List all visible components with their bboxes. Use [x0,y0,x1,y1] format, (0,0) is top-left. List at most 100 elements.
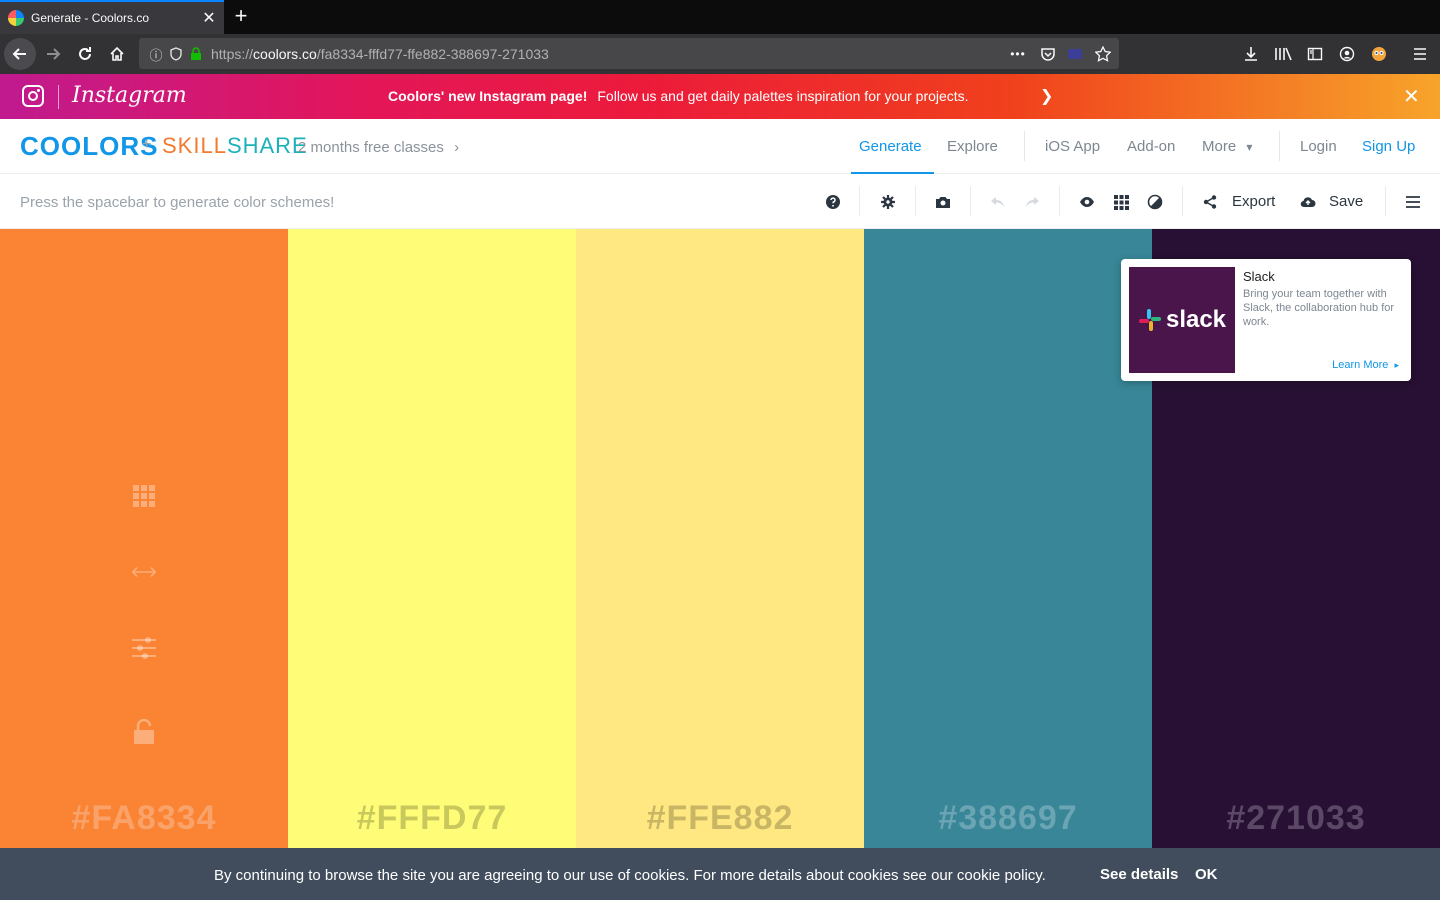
save-button[interactable]: Save [1329,193,1363,210]
ad-title[interactable]: Slack [1243,269,1275,284]
tab-title: Generate - Coolors.co [31,11,150,25]
reload-icon [79,47,91,60]
instagram-icon [22,85,44,107]
tracking-shield-icon[interactable] [167,45,185,63]
camera-icon[interactable] [932,191,954,213]
cloud-upload-icon[interactable] [1297,191,1319,213]
hex-code[interactable]: #FA8334 [0,799,288,838]
lock-icon[interactable] [131,719,157,745]
generator-toolbar: Press the spacebar to generate color sch… [0,174,1440,229]
cookie-ok-button[interactable]: OK [1195,866,1218,883]
color-swatch[interactable]: #FFE882 [576,229,864,900]
skillshare-offer-text: 2 months free classes [298,139,444,156]
chevron-right-icon: › [454,139,460,156]
nav-sign-up[interactable]: Sign Up [1362,138,1415,155]
favicon-icon [8,10,24,26]
eye-icon[interactable] [1076,191,1098,213]
tab-close-button[interactable]: ✕ [194,8,224,28]
coolors-logo[interactable]: COOLORS [20,131,158,162]
toolbar-divider [915,186,916,216]
nav-divider [1279,131,1280,161]
back-button[interactable] [4,38,36,70]
home-button[interactable] [101,38,133,70]
extension-button[interactable] [1363,38,1395,70]
download-icon [1245,47,1257,61]
redo-icon[interactable] [1021,191,1043,213]
triangle-right-icon: ▸ [1394,360,1399,370]
toolbar-divider [970,186,971,216]
toolbar-divider [1182,186,1183,216]
nav-ios-app[interactable]: iOS App [1045,138,1100,155]
sponsored-ad-card[interactable]: slack Slack Bring your team together wit… [1121,259,1411,381]
grid-view-icon[interactable] [1110,191,1132,213]
url-host: coolors.co [253,45,317,62]
reload-button[interactable] [69,38,101,70]
export-button[interactable]: Export [1232,193,1275,210]
extension-badge-icon[interactable] [1066,45,1084,63]
account-icon [1339,46,1355,62]
promo-chevron-right-icon[interactable]: ❯ [1040,86,1053,106]
nav-more[interactable]: More ▾ [1202,138,1252,155]
info-icon[interactable]: ⓘ [147,45,165,63]
nav-generate[interactable]: Generate [859,138,922,155]
promo-close-button[interactable]: ✕ [1403,84,1420,109]
slack-ad-image[interactable]: slack [1129,267,1235,373]
forward-button[interactable] [37,38,69,70]
spacebar-hint: Press the spacebar to generate color sch… [20,194,335,211]
chevron-down-icon: ▾ [1246,140,1253,154]
hex-code[interactable]: #FFFD77 [288,799,576,838]
promo-message[interactable]: Coolors' new Instagram page! Follow us an… [388,88,969,104]
instagram-promo-banner: Instagram Coolors' new Instagram page! Fo… [0,74,1440,119]
app-menu-button[interactable] [1404,38,1436,70]
lock-icon[interactable] [187,45,205,63]
browser-tab[interactable]: Generate - Coolors.co ✕ [0,0,224,34]
shades-grid-icon[interactable] [131,483,157,509]
pocket-icon[interactable] [1039,45,1057,63]
ad-description: Bring your team together with Slack, the… [1243,288,1395,328]
hex-code[interactable]: #271033 [1152,799,1440,838]
page-actions-menu-icon[interactable]: ••• [1009,45,1027,63]
share-icon[interactable] [1199,191,1221,213]
new-tab-button[interactable]: + [228,4,254,30]
url-scheme: https:// [211,45,254,62]
nav-explore[interactable]: Explore [947,138,998,155]
downloads-button[interactable] [1235,38,1267,70]
cookie-consent-bar: By continuing to browse the site you are… [0,848,1440,900]
partner-plus: + [142,136,152,153]
nav-add-on[interactable]: Add-on [1127,138,1175,155]
drag-move-icon[interactable] [131,559,157,585]
menu-icon[interactable] [1402,191,1424,213]
library-button[interactable] [1267,38,1299,70]
ad-learn-more-link[interactable]: Learn More ▸ [1332,359,1399,371]
undo-icon[interactable] [987,191,1009,213]
hex-code[interactable]: #FFE882 [576,799,864,838]
cookie-see-details-link[interactable]: See details [1100,866,1178,883]
promo-body: Follow us and get daily palettes inspira… [597,88,969,104]
slack-logo-icon [1138,309,1161,331]
help-icon[interactable] [822,191,844,213]
home-icon [110,46,124,61]
back-arrow-icon [12,48,26,60]
skillshare-logo-part-1: SKILL [162,133,227,158]
color-swatch[interactable]: #FFFD77 [288,229,576,900]
contrast-theme-icon[interactable] [1144,191,1166,213]
sidebar-button[interactable] [1299,38,1331,70]
account-button[interactable] [1331,38,1363,70]
ad-learn-more-label: Learn More [1332,359,1389,371]
color-swatch[interactable]: #FA8334 [0,229,288,900]
cookie-message: By continuing to browse the site you are… [214,867,1046,884]
url-bar[interactable]: ⓘ https://coolors.co/fa8334-fffd77-ffe88… [139,38,1119,69]
color-swatch[interactable]: #388697 [864,229,1152,900]
toolbar-divider [1059,186,1060,216]
skillshare-logo[interactable]: SKILLSHARE [162,133,308,159]
nav-login[interactable]: Login [1300,138,1337,155]
browser-tab-strip: Generate - Coolors.co ✕ + [0,0,1440,34]
skillshare-offer-link[interactable]: 2 months free classes › [298,139,459,156]
forward-arrow-icon [47,48,61,60]
bookmark-star-icon[interactable] [1094,45,1112,63]
adjust-sliders-icon[interactable] [131,635,157,661]
nav-more-label: More [1202,138,1237,155]
settings-gear-icon[interactable] [877,191,899,213]
hex-code[interactable]: #388697 [864,799,1152,838]
hamburger-menu-icon [1414,48,1426,60]
